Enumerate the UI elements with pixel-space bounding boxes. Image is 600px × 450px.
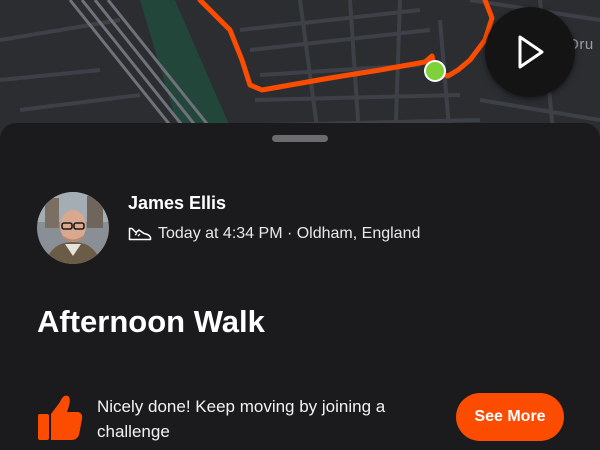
see-more-button[interactable]: See More xyxy=(456,393,564,441)
athlete-name[interactable]: James Ellis xyxy=(128,193,226,214)
thumbs-up-icon xyxy=(36,392,84,442)
play-button[interactable] xyxy=(485,7,575,97)
activity-meta-text: Today at 4:34 PM · Oldham, England xyxy=(158,225,421,242)
activity-meta: Today at 4:34 PM · Oldham, England xyxy=(128,223,420,245)
activity-sheet: James Ellis Today at 4:34 PM · Oldham, E… xyxy=(0,123,600,450)
start-marker xyxy=(426,62,444,80)
avatar[interactable] xyxy=(37,192,109,264)
route-line xyxy=(197,0,495,93)
drag-handle[interactable] xyxy=(272,135,328,142)
play-icon xyxy=(518,35,544,69)
avatar-photo xyxy=(37,192,109,264)
challenge-message: Nicely done! Keep moving by joining a ch… xyxy=(97,397,386,441)
shoe-icon xyxy=(128,227,152,241)
activity-title: Afternoon Walk xyxy=(37,304,265,339)
